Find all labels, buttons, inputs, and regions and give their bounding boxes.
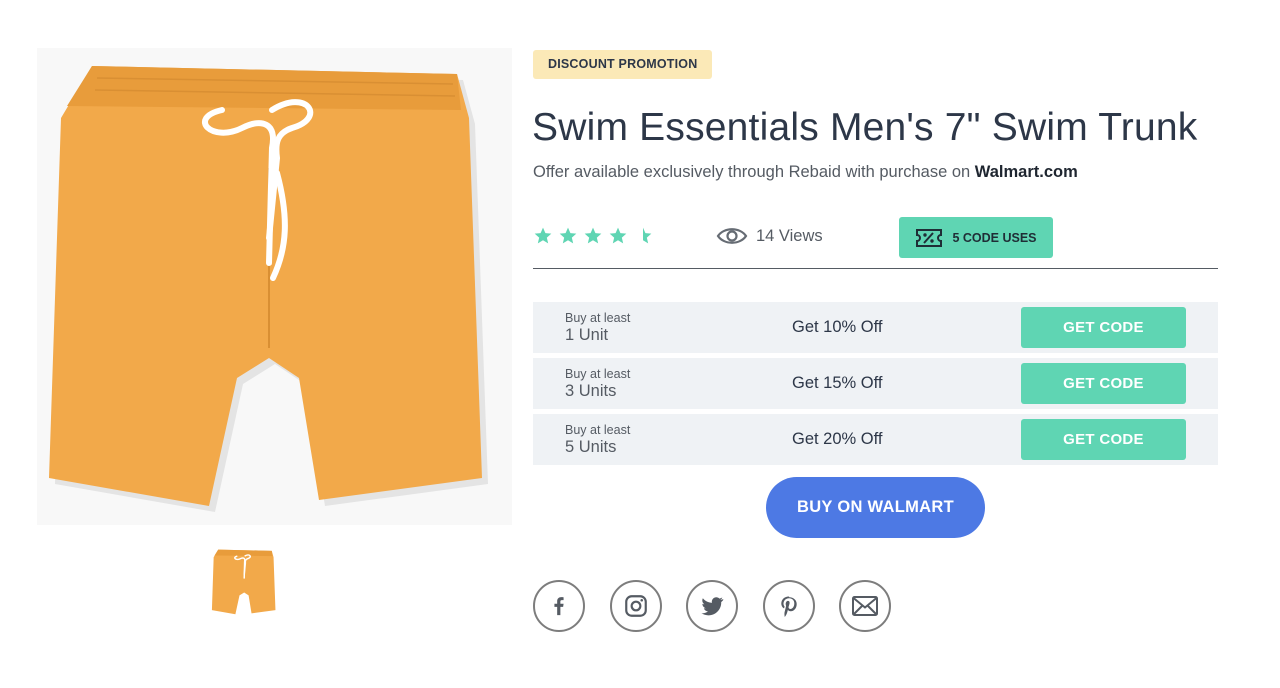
tier-quantity: Buy at least 5 Units <box>565 423 630 457</box>
tier-quantity: Buy at least 1 Unit <box>565 311 630 345</box>
buy-on-walmart-button[interactable]: BUY ON WALMART <box>766 477 985 538</box>
tier-min-label: Buy at least <box>565 423 631 437</box>
instagram-share-button[interactable] <box>610 580 662 632</box>
coupon-icon <box>916 228 943 247</box>
tier-qty-value: 5 Units <box>565 438 617 456</box>
star-half-icon <box>643 227 652 244</box>
star-full-icon <box>609 227 627 244</box>
discount-tier-row: Buy at least 3 Units Get 15% Off GET COD… <box>533 358 1218 409</box>
tier-offer: Get 15% Off <box>792 374 883 392</box>
tier-quantity: Buy at least 3 Units <box>565 367 630 401</box>
tier-qty-value: 3 Units <box>565 382 617 400</box>
instagram-icon <box>625 595 647 617</box>
twitter-icon <box>701 597 724 616</box>
star-full-icon <box>584 227 602 244</box>
star-rating <box>533 226 653 246</box>
get-code-button[interactable]: GET CODE <box>1021 419 1186 460</box>
product-thumbnail[interactable] <box>209 546 281 618</box>
discount-promotion-badge: DISCOUNT PROMOTION <box>533 50 713 79</box>
twitter-share-button[interactable] <box>686 580 738 632</box>
retailer-name: Walmart.com <box>974 163 1078 181</box>
email-icon <box>852 596 878 616</box>
tier-offer: Get 20% Off <box>792 430 883 448</box>
code-uses-badge: 5 CODE USES <box>899 217 1053 258</box>
swim-trunk-thumbnail-image <box>211 549 276 615</box>
offer-subtitle-text: Offer available exclusively through Reba… <box>533 163 975 181</box>
product-title: Swim Essentials Men's 7" Swim Trunk <box>532 106 1198 149</box>
discount-tier-row: Buy at least 5 Units Get 20% Off GET COD… <box>533 414 1218 465</box>
facebook-icon <box>554 597 564 616</box>
tier-qty-value: 1 Unit <box>565 326 609 344</box>
tier-min-label: Buy at least <box>565 367 631 381</box>
discount-tier-row: Buy at least 1 Unit Get 10% Off GET CODE <box>533 302 1218 353</box>
pinterest-share-button[interactable] <box>763 580 815 632</box>
eye-icon <box>716 228 748 244</box>
code-uses-label: 5 CODE USES <box>952 230 1037 245</box>
email-share-button[interactable] <box>839 580 891 632</box>
views-count: 14 Views <box>716 225 823 247</box>
star-full-icon <box>534 227 552 244</box>
swim-trunk-image <box>37 48 512 525</box>
get-code-button[interactable]: GET CODE <box>1021 363 1186 404</box>
divider <box>533 268 1218 269</box>
facebook-share-button[interactable] <box>533 580 585 632</box>
star-full-icon <box>559 227 577 244</box>
tier-offer: Get 10% Off <box>792 318 883 336</box>
views-label: 14 Views <box>756 226 823 245</box>
offer-subtitle: Offer available exclusively through Reba… <box>533 163 1078 182</box>
pinterest-icon <box>781 596 797 617</box>
get-code-button[interactable]: GET CODE <box>1021 307 1186 348</box>
tier-min-label: Buy at least <box>565 311 631 325</box>
product-main-image <box>37 48 512 525</box>
